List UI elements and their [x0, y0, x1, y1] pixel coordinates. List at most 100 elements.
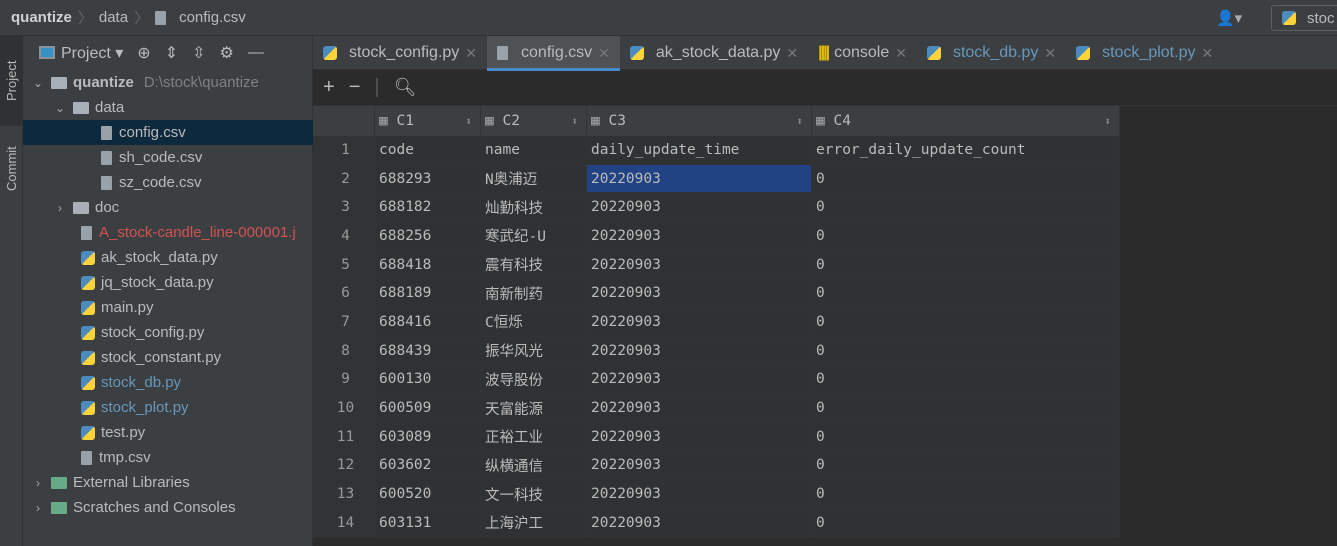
sort-icon[interactable]: ⬍ [1104, 115, 1111, 128]
tree-item[interactable]: › doc [23, 195, 313, 220]
project-view-selector[interactable]: Project ▾ [39, 43, 123, 63]
side-tab-commit[interactable]: Commit [0, 131, 23, 206]
table-cell[interactable]: 正裕工业 [481, 422, 587, 451]
expand-all-icon[interactable]: ⇕ [165, 43, 178, 63]
chevron-right-icon[interactable]: › [31, 476, 45, 490]
tree-item[interactable]: config.csv [23, 120, 313, 145]
hide-icon[interactable]: — [248, 44, 264, 62]
table-cell[interactable]: 20220903 [587, 222, 812, 250]
run-config-selector[interactable]: stoc [1271, 5, 1337, 31]
table-cell[interactable]: 灿勤科技 [481, 193, 587, 222]
tree-item[interactable]: main.py [23, 295, 313, 320]
table-cell[interactable]: 600509 [375, 394, 481, 422]
table-cell[interactable]: name [481, 136, 587, 164]
tab-stock-plot-py[interactable]: stock_plot.py ✕ [1066, 36, 1223, 70]
breadcrumb-file[interactable]: config.csv [179, 9, 246, 26]
breadcrumb-project[interactable]: quantize [11, 9, 72, 26]
tab-console[interactable]: |||| console ✕ [808, 36, 917, 70]
close-icon[interactable]: ✕ [895, 45, 907, 62]
tab-stock-db-py[interactable]: stock_db.py ✕ [917, 36, 1066, 70]
table-cell[interactable]: 20220903 [587, 451, 812, 480]
table-cell[interactable]: 688189 [375, 279, 481, 308]
tree-item[interactable]: stock_constant.py [23, 345, 313, 370]
column-header[interactable]: C2 ⬍ [481, 106, 587, 136]
chevron-down-icon[interactable]: ⌄ [31, 76, 45, 90]
table-cell[interactable]: 南新制药 [481, 279, 587, 308]
table-cell[interactable]: 0 [812, 279, 1120, 308]
table-cell[interactable]: 688182 [375, 193, 481, 222]
table-cell[interactable]: 20220903 [587, 422, 812, 451]
side-tab-project[interactable]: Project [0, 36, 23, 126]
table-cell[interactable]: 603602 [375, 451, 481, 480]
table-cell[interactable]: 0 [812, 422, 1120, 451]
table-cell[interactable]: C恒烁 [481, 308, 587, 336]
table-cell[interactable]: 20220903 [587, 336, 812, 365]
table-cell[interactable]: 688416 [375, 308, 481, 336]
close-icon[interactable]: ✕ [1201, 45, 1213, 62]
table-cell[interactable]: 0 [812, 164, 1120, 193]
table-cell[interactable]: 0 [812, 250, 1120, 279]
table-cell[interactable]: 文一科技 [481, 480, 587, 508]
chevron-right-icon[interactable]: › [53, 201, 67, 215]
tree-item[interactable]: test.py [23, 420, 313, 445]
table-cell[interactable]: 688439 [375, 336, 481, 365]
tree-item[interactable]: stock_db.py [23, 370, 313, 395]
close-icon[interactable]: ✕ [465, 45, 477, 62]
table-cell[interactable]: 603089 [375, 422, 481, 451]
table-cell[interactable]: 0 [812, 222, 1120, 250]
table-cell[interactable]: 20220903 [587, 279, 812, 308]
table-cell[interactable]: 20220903 [587, 308, 812, 336]
table-cell[interactable]: code [375, 136, 481, 164]
table-cell[interactable]: 震有科技 [481, 250, 587, 279]
column-header[interactable]: C1 ⬍ [375, 106, 481, 136]
table-cell[interactable]: 纵横通信 [481, 451, 587, 480]
table-cell[interactable]: 20220903 [587, 394, 812, 422]
tree-item[interactable]: stock_config.py [23, 320, 313, 345]
sort-icon[interactable]: ⬍ [571, 115, 578, 128]
close-icon[interactable]: ✕ [1044, 45, 1056, 62]
tree-item[interactable]: sh_code.csv [23, 145, 313, 170]
remove-row-icon[interactable]: − [349, 76, 361, 99]
table-cell[interactable]: 20220903 [587, 250, 812, 279]
table-cell[interactable]: N奥浦迈 [481, 164, 587, 193]
table-cell[interactable]: 20220903 [587, 164, 812, 193]
table-cell[interactable]: 振华风光 [481, 336, 587, 365]
table-cell[interactable]: 波导股份 [481, 365, 587, 394]
gear-icon[interactable]: ⚙ [220, 43, 234, 63]
tree-item[interactable]: ⌄ data [23, 95, 313, 120]
table-cell[interactable]: 0 [812, 394, 1120, 422]
search-icon[interactable]: 🔍︎ [394, 77, 417, 98]
column-header[interactable]: C3 ⬍ [587, 106, 812, 136]
table-cell[interactable]: 天富能源 [481, 394, 587, 422]
close-icon[interactable]: ✕ [598, 45, 610, 62]
add-row-icon[interactable]: + [323, 76, 335, 99]
tree-item[interactable]: A_stock-candle_line-000001.j [23, 220, 313, 245]
tree-item[interactable]: jq_stock_data.py [23, 270, 313, 295]
table-cell[interactable]: 0 [812, 451, 1120, 480]
table-cell[interactable]: 600520 [375, 480, 481, 508]
sort-icon[interactable]: ⬍ [796, 115, 803, 128]
table-cell[interactable]: 寒武纪-U [481, 222, 587, 250]
table-cell[interactable]: 20220903 [587, 480, 812, 508]
table-cell[interactable]: 0 [812, 336, 1120, 365]
user-icon[interactable]: 👤▾ [1216, 9, 1242, 27]
table-cell[interactable]: 600130 [375, 365, 481, 394]
tab-config-csv[interactable]: config.csv ✕ [487, 36, 620, 71]
table-cell[interactable]: error_daily_update_count [812, 136, 1120, 164]
tree-item[interactable]: ⌄ quantize D:\stock\quantize [23, 70, 313, 95]
column-header[interactable]: C4 ⬍ [812, 106, 1120, 136]
tree-item[interactable]: ak_stock_data.py [23, 245, 313, 270]
table-cell[interactable]: 上海沪工 [481, 508, 587, 537]
tab-stock-config-py[interactable]: stock_config.py ✕ [313, 36, 487, 70]
tree-item[interactable]: stock_plot.py [23, 395, 313, 420]
table-cell[interactable]: 20220903 [587, 193, 812, 222]
table-cell[interactable]: 0 [812, 193, 1120, 222]
table-cell[interactable]: 603131 [375, 508, 481, 537]
table-cell[interactable]: 688418 [375, 250, 481, 279]
table-cell[interactable]: 20220903 [587, 365, 812, 394]
collapse-all-icon[interactable]: ⇳ [192, 43, 205, 63]
table-cell[interactable]: 0 [812, 508, 1120, 537]
tree-item[interactable]: sz_code.csv [23, 170, 313, 195]
breadcrumb-folder[interactable]: data [99, 9, 128, 26]
chevron-right-icon[interactable]: › [31, 501, 45, 515]
